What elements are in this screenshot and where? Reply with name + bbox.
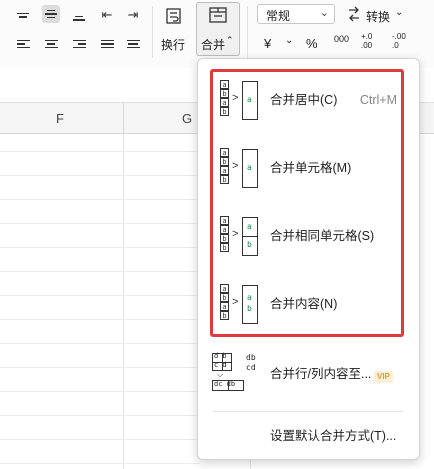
merge-button[interactable]: 合并 ⌃ <box>196 2 240 56</box>
merge-center-icon: abab <box>220 80 230 116</box>
merge-button-label: 合并 <box>201 38 226 52</box>
menu-item-merge-same-cells[interactable]: aabb > a b 合并相同单元格(S) <box>198 210 419 262</box>
convert-button[interactable]: 转换 <box>366 8 390 25</box>
decrease-decimal-button[interactable]: -.00 .0 <box>392 32 406 50</box>
merged-cell-preview: a b <box>242 217 258 256</box>
increase-indent-icon[interactable]: ⇥ <box>124 6 142 24</box>
menu-item-default-merge-settings[interactable]: 设置默认合并方式(T)... <box>198 419 419 453</box>
merge-same-cells-icon: aabb <box>220 216 230 252</box>
menu-item-merge-center[interactable]: abab > a 合并居中(C) Ctrl+M <box>198 74 419 126</box>
align-bottom-icon[interactable] <box>70 6 88 24</box>
arrow-icon: > <box>232 160 239 172</box>
distributed-align-icon[interactable] <box>124 35 142 53</box>
wrap-text-icon[interactable] <box>164 6 184 26</box>
column-header-f[interactable]: F <box>56 111 64 126</box>
percent-format-button[interactable]: % <box>306 36 318 51</box>
merge-row-col-icon: d b c d db cd ⌵ dc db <box>212 352 260 397</box>
menu-item-merge-content[interactable]: abab > a b 合并内容(N) <box>198 278 419 330</box>
number-format-value: 常规 <box>266 9 291 23</box>
merge-dropdown-chevron-icon: ⌃ <box>226 35 234 45</box>
align-right-icon[interactable] <box>70 35 88 53</box>
merged-cell-preview: a <box>242 81 258 120</box>
menu-item-label: 合并相同单元格(S) <box>270 229 375 243</box>
currency-format-button[interactable]: ¥ <box>264 36 271 51</box>
arrow-icon: > <box>232 92 239 104</box>
increase-decimal-button[interactable]: +.0 .00 <box>361 32 372 50</box>
chevron-down-icon: ⌄ <box>319 7 329 19</box>
vip-badge: VIP <box>374 371 393 383</box>
ribbon-divider <box>152 6 153 58</box>
merge-dropdown-menu: abab > a 合并居中(C) Ctrl+M abab > a 合并单元格(M… <box>197 58 420 460</box>
merged-cell-preview: a <box>242 149 258 188</box>
merged-cell-preview: a b <box>242 285 258 324</box>
justify-icon[interactable] <box>98 35 116 53</box>
merge-cells-option-icon: abab <box>220 148 230 184</box>
number-format-select[interactable]: 常规 ⌄ <box>257 4 335 24</box>
chevron-down-icon: ⌄ <box>395 7 404 18</box>
arrow-icon: > <box>232 228 239 240</box>
menu-item-label: 合并单元格(M) <box>270 161 352 175</box>
menu-item-merge-cells[interactable]: abab > a 合并单元格(M) <box>198 142 419 194</box>
arrow-icon: > <box>232 296 239 308</box>
ribbon-divider <box>247 6 248 58</box>
merge-content-icon: abab <box>220 284 230 320</box>
menu-item-label: 合并居中(C) <box>270 93 338 107</box>
merge-cells-icon <box>209 6 227 24</box>
chevron-down-icon: ⌄ <box>285 35 294 46</box>
menu-item-label: 设置默认合并方式(T)... <box>270 429 397 443</box>
align-middle-icon[interactable] <box>42 5 60 23</box>
column-header-g[interactable]: G <box>182 111 192 126</box>
wrap-text-button[interactable]: 换行 <box>161 36 185 53</box>
thousands-separator-button[interactable]: 000 <box>334 34 349 44</box>
align-top-icon[interactable] <box>14 6 32 24</box>
convert-icon <box>345 5 363 23</box>
menu-item-label: 合并行/列内容至... <box>270 367 372 381</box>
menu-item-label: 合并内容(N) <box>270 297 338 311</box>
align-center-icon[interactable] <box>42 35 60 53</box>
menu-separator <box>212 411 404 412</box>
decrease-indent-icon[interactable]: ⇤ <box>98 6 116 24</box>
align-left-icon[interactable] <box>14 35 32 53</box>
menu-item-shortcut: Ctrl+M <box>359 93 397 107</box>
